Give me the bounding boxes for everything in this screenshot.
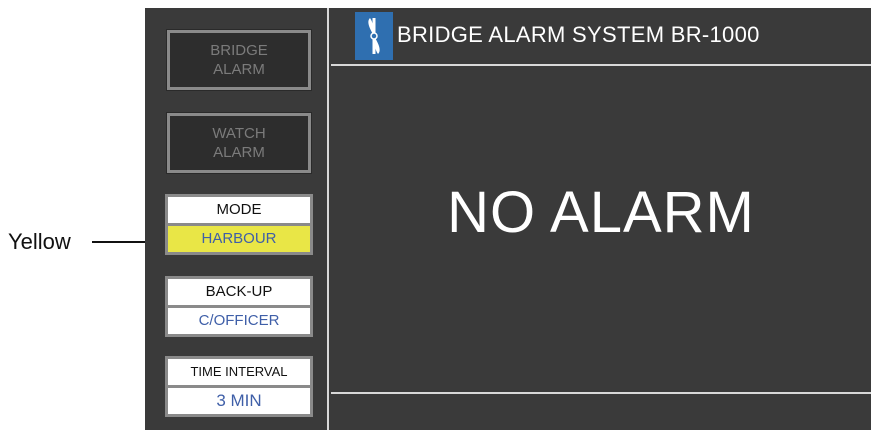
yellow-callout-label: Yellow	[8, 229, 71, 254]
bridge-alarm-label-line2: ALARM	[213, 61, 265, 78]
mode-label: MODE	[168, 197, 310, 223]
time-interval-selector[interactable]: TIME INTERVAL 3 MIN	[165, 356, 313, 417]
header-title: BRIDGE ALARM SYSTEM BR-1000	[397, 22, 760, 47]
status-footer	[331, 392, 871, 430]
time-interval-label: TIME INTERVAL	[168, 359, 310, 385]
header: BRIDGE ALARM SYSTEM BR-1000	[331, 8, 871, 66]
backup-selector[interactable]: BACK-UP C/OFFICER	[165, 276, 313, 337]
backup-label: BACK-UP	[168, 279, 310, 305]
control-column: BRIDGE ALARM WATCH ALARM MODE HARBOUR BA…	[145, 8, 329, 430]
watch-alarm-label-line1: WATCH	[212, 125, 266, 142]
mode-selector[interactable]: MODE HARBOUR	[165, 194, 313, 255]
propeller-logo-icon	[355, 12, 393, 60]
watch-alarm-button[interactable]: WATCH ALARM	[166, 112, 312, 174]
bridge-alarm-button[interactable]: BRIDGE ALARM	[166, 29, 312, 91]
alarm-status-text: NO ALARM	[447, 179, 755, 245]
display-area: BRIDGE ALARM SYSTEM BR-1000 NO ALARM	[331, 8, 871, 430]
alarm-panel: BRIDGE ALARM WATCH ALARM MODE HARBOUR BA…	[145, 8, 871, 430]
mode-value[interactable]: HARBOUR	[168, 226, 310, 252]
backup-value[interactable]: C/OFFICER	[168, 308, 310, 334]
callout-line	[92, 241, 152, 243]
time-interval-value[interactable]: 3 MIN	[168, 388, 310, 414]
watch-alarm-label-line2: ALARM	[213, 144, 265, 161]
bridge-alarm-label-line1: BRIDGE	[210, 42, 268, 59]
